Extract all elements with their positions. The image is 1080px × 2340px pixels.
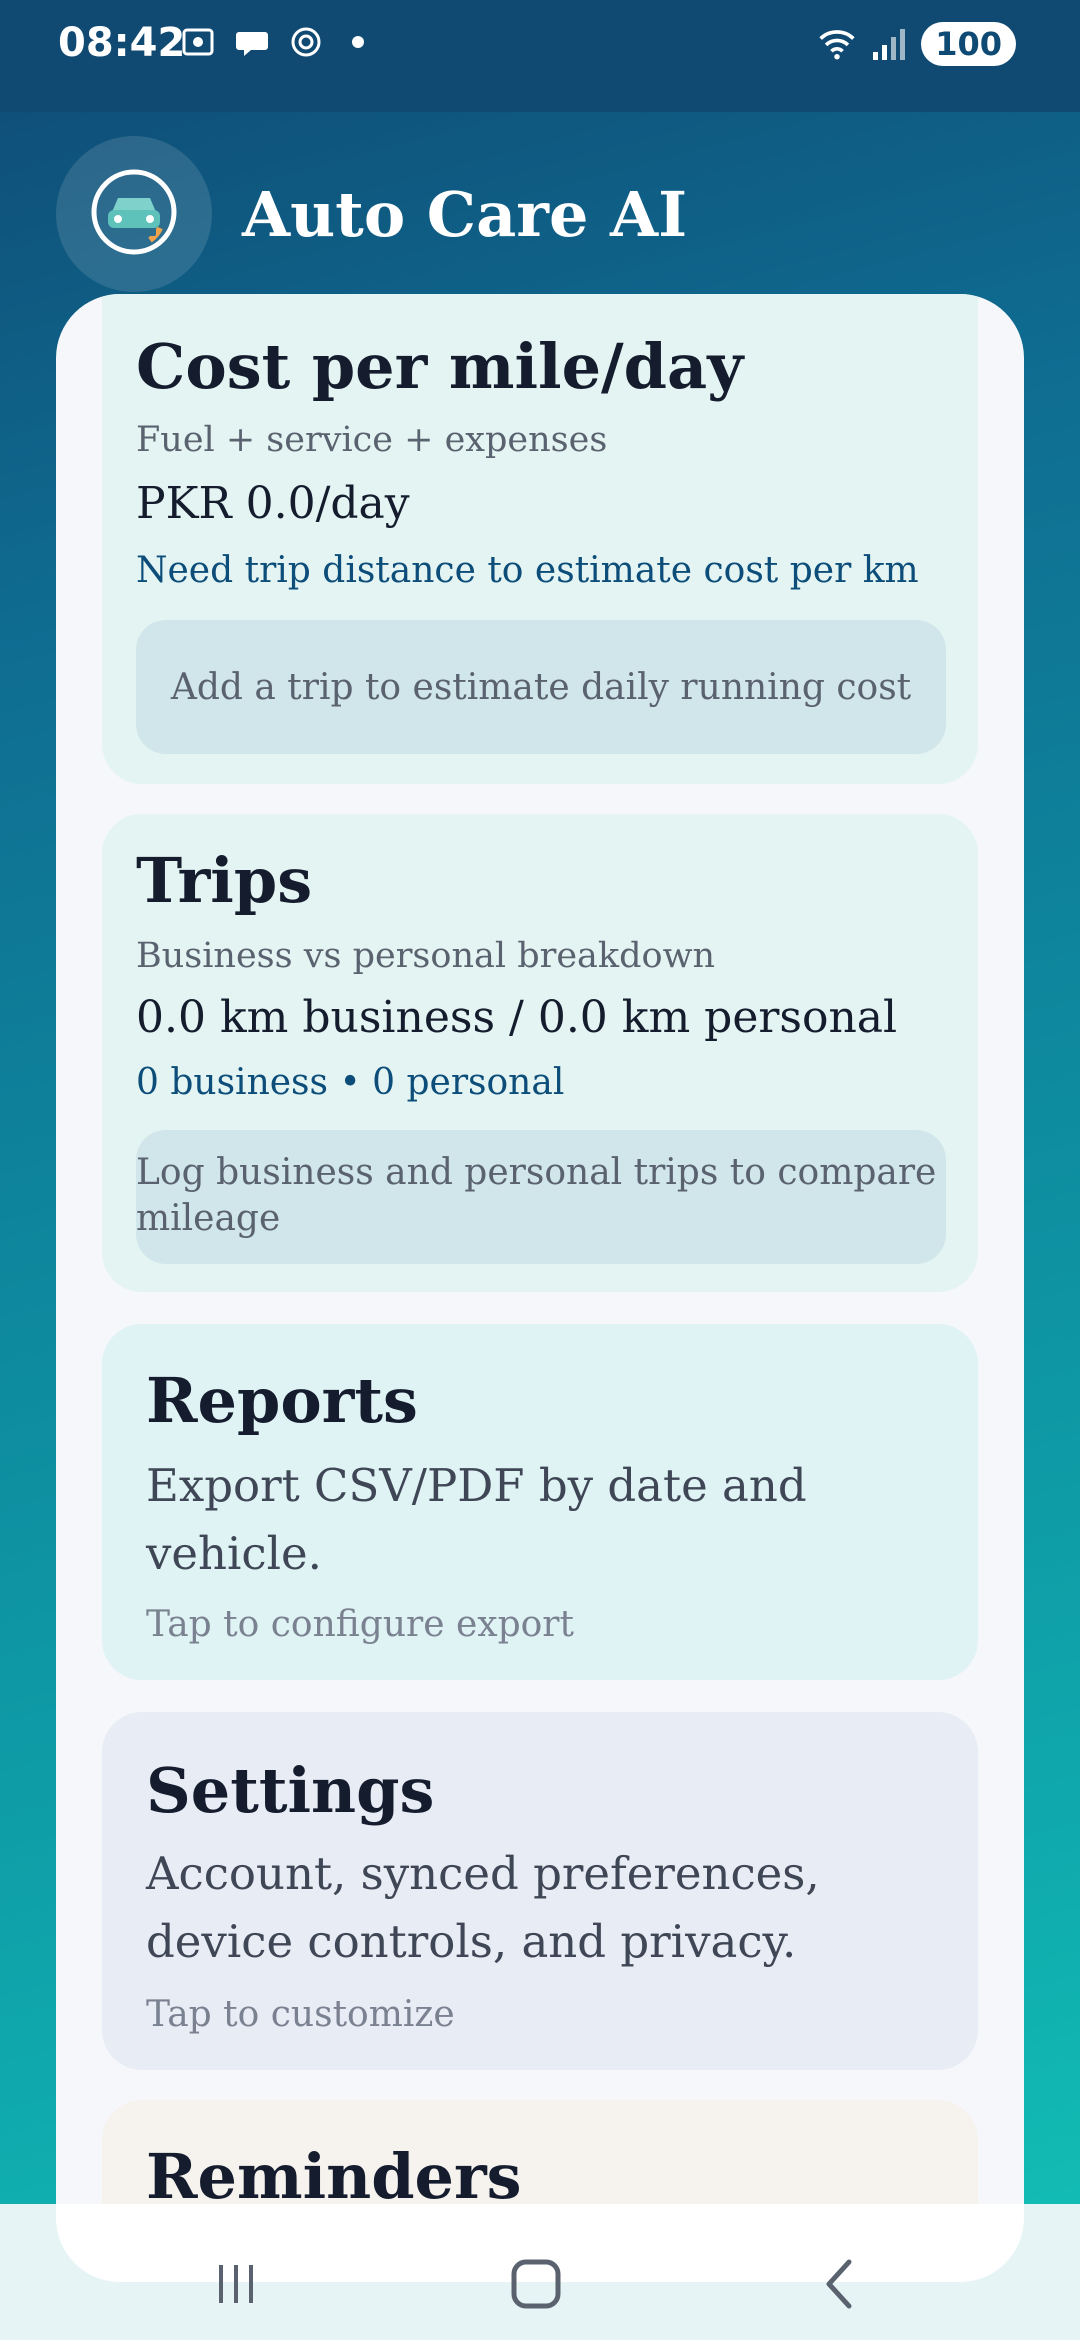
app-title: Auto Care AI (242, 177, 688, 251)
hint-text: Log business and personal trips to compa… (136, 1152, 937, 1239)
add-trip-hint[interactable]: Add a trip to estimate daily running cos… (136, 620, 946, 754)
settings-card[interactable]: Settings Account, synced preferences, de… (102, 1712, 978, 2070)
recent-apps-icon[interactable] (196, 2254, 276, 2314)
wifi-icon (817, 24, 857, 64)
card-title: Settings (146, 1754, 435, 1827)
trips-card[interactable]: Trips Business vs personal breakdown 0.0… (102, 814, 978, 1292)
reports-card[interactable]: Reports Export CSV/PDF by date and vehic… (102, 1324, 978, 1680)
card-title: Trips (136, 844, 313, 917)
card-note: Need trip distance to estimate cost per … (136, 550, 919, 591)
card-value: PKR 0.0/day (136, 478, 410, 529)
status-notification-icons (178, 22, 364, 62)
card-subtitle: Business vs personal breakdown (136, 936, 716, 976)
signal-icon (869, 24, 909, 64)
card-action-hint: Tap to configure export (146, 1604, 574, 1645)
card-action-hint: Tap to customize (146, 1994, 455, 2035)
card-description: Export CSV/PDF by date and vehicle. (146, 1459, 807, 1580)
screenshot-icon (178, 22, 218, 62)
card-value: 0.0 km business / 0.0 km personal (136, 992, 898, 1043)
card-note: 0 business • 0 personal (136, 1062, 565, 1103)
app-logo[interactable] (56, 136, 212, 292)
back-icon[interactable] (800, 2254, 880, 2314)
home-icon[interactable] (496, 2254, 576, 2314)
card-title: Cost per mile/day (136, 330, 744, 403)
status-system-icons: 100 (817, 22, 1016, 66)
status-bar: 08:42 100 (0, 0, 1080, 112)
cost-per-mile-card[interactable]: Cost per mile/day Fuel + service + expen… (102, 294, 978, 784)
app-header: Auto Care AI (56, 136, 687, 292)
card-title: Reports (146, 1364, 418, 1437)
card-subtitle: Fuel + service + expenses (136, 420, 608, 460)
log-trips-hint[interactable]: Log business and personal trips to compa… (136, 1130, 946, 1264)
battery-indicator: 100 (921, 22, 1016, 66)
card-description: Account, synced preferences, device cont… (146, 1847, 820, 1968)
openai-icon (286, 22, 326, 62)
dashboard-sheet[interactable]: Cost per mile/day Fuel + service + expen… (56, 294, 1024, 2282)
car-gauge-icon (88, 166, 180, 262)
card-title: Reminders (146, 2140, 522, 2213)
hint-text: Add a trip to estimate daily running cos… (170, 666, 912, 708)
status-time: 08:42 (58, 20, 186, 66)
more-notifications-dot (352, 36, 364, 48)
chat-bubble-icon (232, 22, 272, 62)
